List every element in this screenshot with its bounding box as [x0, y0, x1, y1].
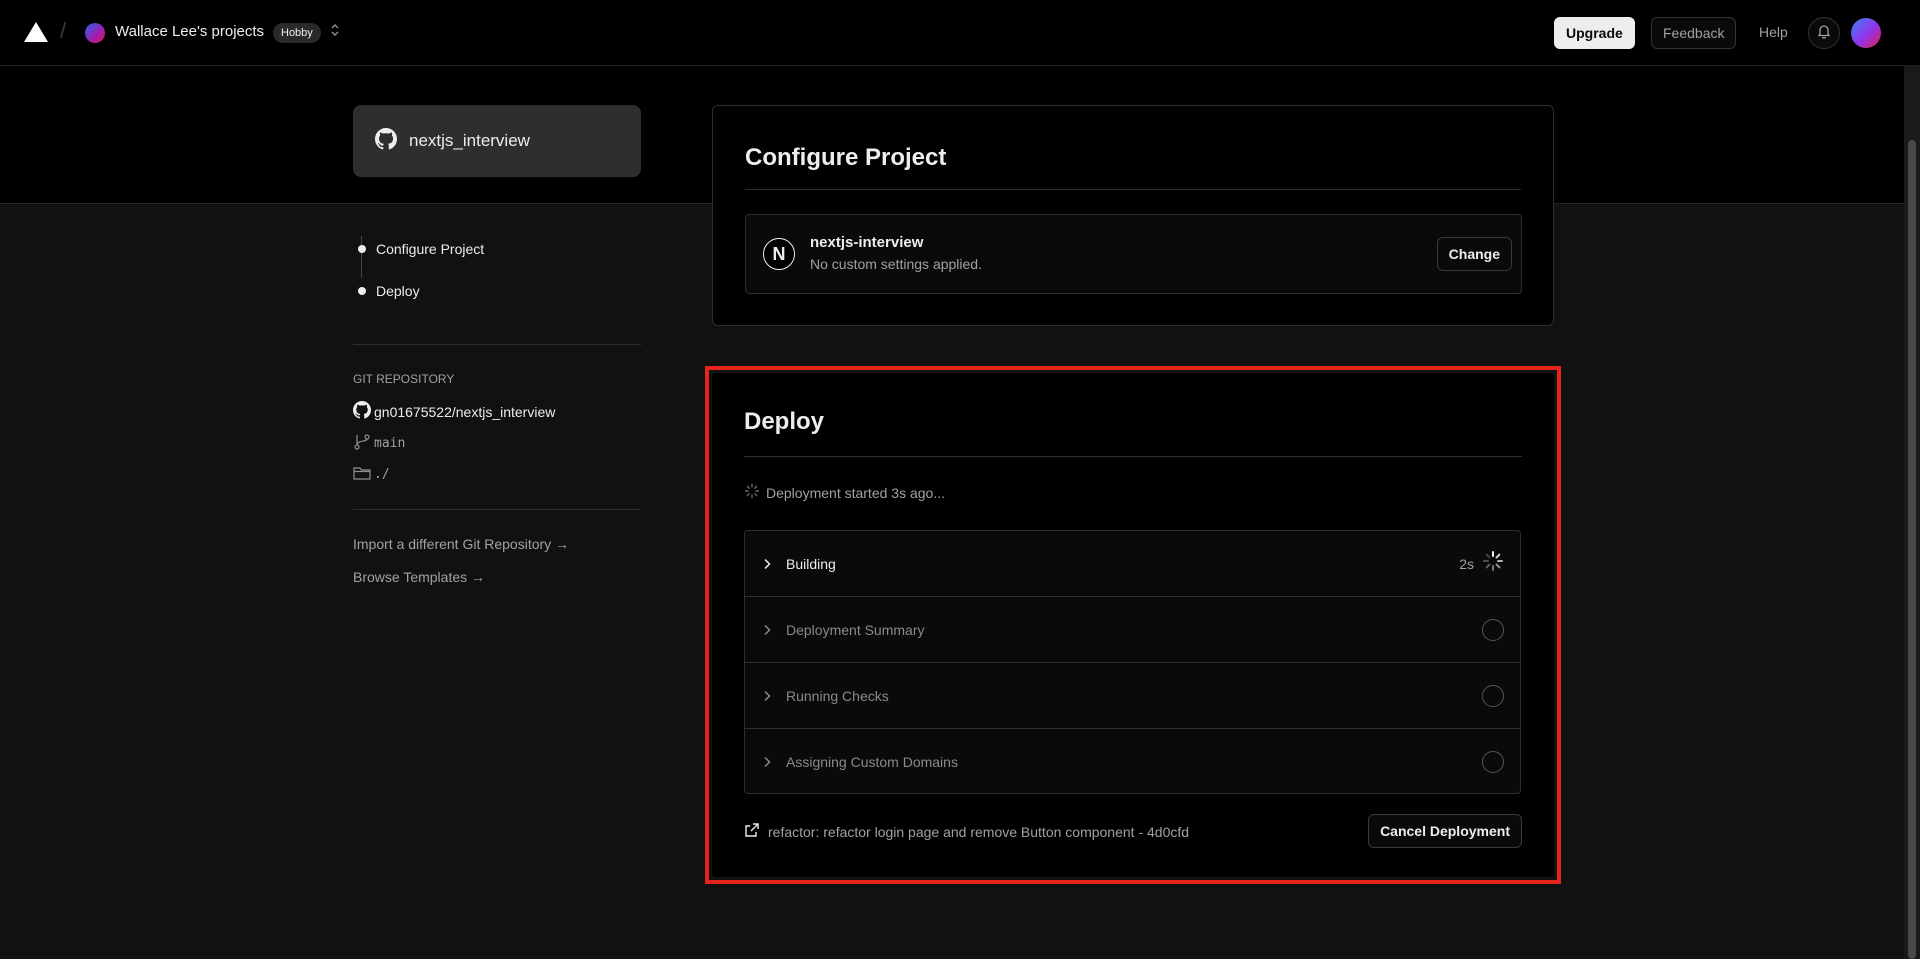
top-navigation-bar: / Wallace Lee's projects Hobby Upgrade F…	[0, 0, 1920, 66]
step-label: Configure Project	[376, 241, 485, 257]
card-divider	[744, 456, 1522, 457]
github-icon	[353, 401, 371, 422]
step-deploy[interactable]: Deploy	[353, 270, 484, 312]
feedback-button[interactable]: Feedback	[1651, 17, 1737, 49]
deploy-title: Deploy	[744, 408, 825, 435]
git-branch-name: main	[374, 436, 406, 451]
change-settings-button[interactable]: Change	[1436, 237, 1512, 271]
loading-spinner-icon	[1482, 550, 1504, 577]
chevron-right-icon	[762, 690, 778, 702]
bell-icon	[1817, 23, 1831, 44]
user-avatar[interactable]	[1851, 18, 1881, 48]
chevron-right-icon	[762, 756, 778, 768]
sidebar-divider	[353, 344, 641, 345]
framework-summary: N nextjs-interview No custom settings ap…	[745, 214, 1522, 294]
pending-status-icon	[1482, 618, 1504, 641]
git-branch-row: main	[353, 433, 405, 454]
repository-card: nextjs_interview	[353, 105, 641, 177]
git-branch-icon	[353, 433, 371, 454]
deploy-card: Deploy Deployment started 3s ago... Buil…	[712, 373, 1554, 877]
repository-name: nextjs_interview	[409, 131, 530, 150]
step-name: Building	[786, 555, 836, 572]
nextjs-logo-icon: N	[763, 238, 795, 270]
plan-badge: Hobby	[273, 23, 321, 43]
step-elapsed-time: 2s	[1459, 555, 1474, 572]
scrollbar-thumb[interactable]	[1908, 140, 1916, 959]
project-name: nextjs-interview	[810, 234, 924, 251]
breadcrumb-separator: /	[60, 18, 67, 43]
sidebar-divider	[353, 509, 641, 510]
card-divider	[745, 189, 1521, 190]
git-root-row: ./	[353, 465, 390, 484]
github-icon	[375, 127, 397, 155]
spinner-icon	[744, 483, 760, 502]
deployment-status: Deployment started 3s ago...	[744, 483, 945, 502]
step-configure-project[interactable]: Configure Project	[353, 228, 484, 270]
chevron-right-icon	[762, 558, 778, 570]
external-link-icon	[744, 822, 760, 841]
import-different-repo-link[interactable]: Import a different Git Repository →	[353, 536, 569, 552]
chevron-right-icon	[762, 624, 778, 636]
deployment-status-text: Deployment started 3s ago...	[766, 484, 945, 501]
browse-templates-link[interactable]: Browse Templates →	[353, 569, 485, 585]
step-label: Deploy	[376, 283, 420, 299]
step-row-deployment-summary[interactable]: Deployment Summary	[745, 597, 1520, 662]
folder-icon	[353, 465, 371, 484]
setup-steps: Configure Project Deploy	[353, 228, 484, 312]
pending-status-icon	[1482, 750, 1504, 773]
git-repository-heading: GIT REPOSITORY	[353, 372, 455, 386]
git-repo-row[interactable]: gn01675522/nextjs_interview	[353, 401, 555, 422]
step-dot	[358, 287, 366, 295]
step-row-building[interactable]: Building 2s	[745, 531, 1520, 596]
step-dot	[358, 245, 366, 253]
commit-link[interactable]: refactor: refactor login page and remove…	[744, 822, 1189, 841]
step-name: Deployment Summary	[786, 621, 925, 638]
configure-project-title: Configure Project	[745, 144, 947, 171]
team-name[interactable]: Wallace Lee's projects	[115, 23, 264, 40]
pending-status-icon	[1482, 684, 1504, 707]
cancel-deployment-button[interactable]: Cancel Deployment	[1368, 814, 1522, 848]
step-name: Assigning Custom Domains	[786, 753, 958, 770]
vercel-logo-icon[interactable]	[24, 22, 48, 42]
deployment-steps: Building 2s Deployment Summary Running C…	[744, 530, 1521, 794]
commit-message: refactor: refactor login page and remove…	[768, 823, 1190, 840]
step-row-running-checks[interactable]: Running Checks	[745, 663, 1520, 728]
upgrade-button[interactable]: Upgrade	[1554, 17, 1635, 49]
configure-project-card: Configure Project N nextjs-interview No …	[712, 105, 1554, 326]
project-settings-summary: No custom settings applied.	[810, 256, 982, 272]
git-root-directory: ./	[374, 467, 390, 482]
notifications-button[interactable]	[1808, 17, 1840, 49]
step-row-assigning-custom-domains[interactable]: Assigning Custom Domains	[745, 729, 1520, 794]
team-avatar[interactable]	[85, 23, 105, 43]
git-repo-name: gn01675522/nextjs_interview	[374, 403, 556, 420]
team-switcher-chevrons-icon[interactable]	[330, 22, 340, 39]
step-name: Running Checks	[786, 687, 889, 704]
help-link[interactable]: Help	[1759, 24, 1788, 40]
